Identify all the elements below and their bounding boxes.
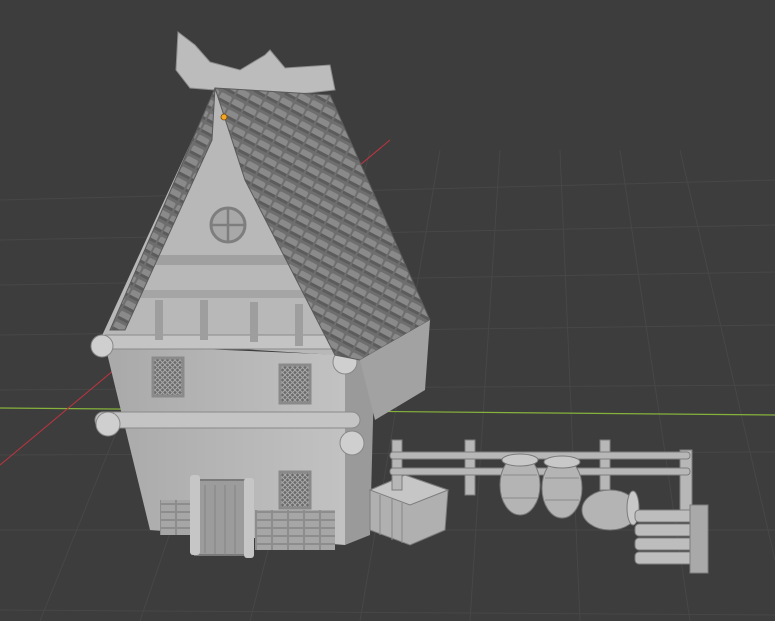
lattice-window-lower (278, 470, 312, 510)
viewport-canvas[interactable] (0, 0, 775, 621)
door[interactable] (190, 475, 254, 558)
lattice-window-right (278, 363, 312, 405)
crate[interactable] (368, 474, 450, 546)
lattice-window-left (151, 356, 185, 398)
stacked-planks[interactable] (634, 504, 709, 574)
barrels[interactable] (499, 453, 640, 531)
origin-point-icon[interactable] (220, 113, 228, 121)
3d-viewport[interactable] (0, 0, 775, 621)
roof-finial (175, 31, 336, 96)
